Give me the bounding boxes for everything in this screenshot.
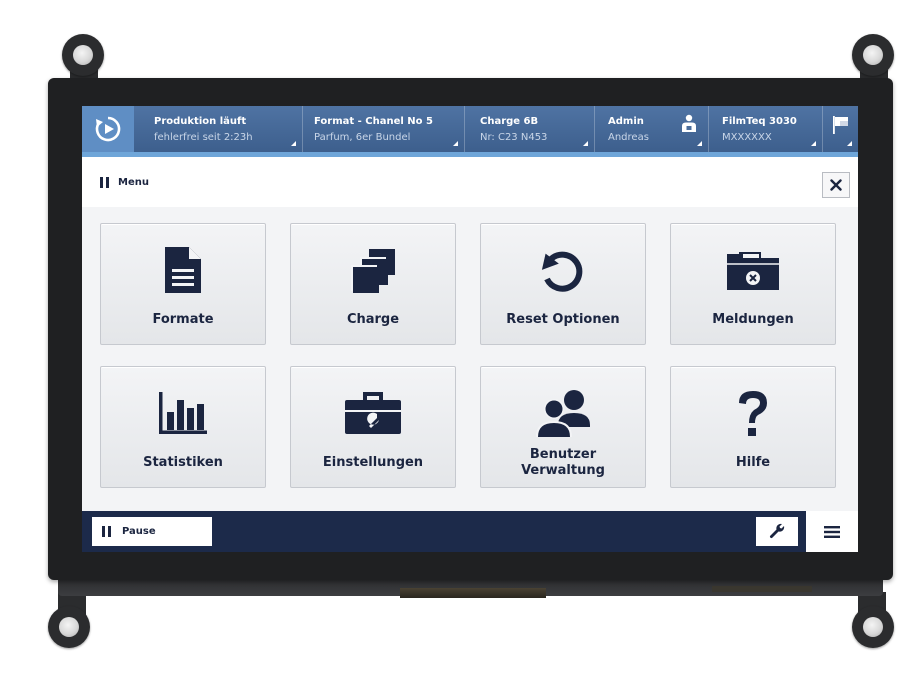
menu-title-bar: Menu <box>82 157 858 207</box>
tile-reset-optionen[interactable]: Reset Optionen <box>480 223 646 345</box>
photo-stage: Produktion läuft fehlerfrei seit 2:23h F… <box>0 0 923 693</box>
tile-label: Einstellungen <box>322 455 424 470</box>
toolbox-icon <box>345 392 401 434</box>
dropdown-caret-icon <box>697 141 702 146</box>
mount-hole-bottom-right <box>852 606 894 648</box>
menu-bars-icon <box>100 177 110 188</box>
charge-subtitle: Nr: C23 N453 <box>480 132 548 143</box>
tile-formate[interactable]: Formate <box>100 223 266 345</box>
close-icon <box>830 179 842 191</box>
dropdown-caret-icon <box>583 141 588 146</box>
tile-statistiken[interactable]: Statistiken <box>100 366 266 488</box>
pause-label: Pause <box>122 526 156 537</box>
main-menu-button[interactable] <box>806 511 858 552</box>
stack-icon <box>351 249 395 293</box>
tile-label-line2: Verwaltung <box>521 463 605 478</box>
tile-label: Hilfe <box>735 455 771 470</box>
dropdown-caret-icon <box>453 141 458 146</box>
mount-hole-top-right <box>852 34 894 76</box>
user-role: Admin <box>608 116 644 127</box>
dropdown-caret-icon <box>291 141 296 146</box>
question-icon <box>739 391 767 436</box>
wrench-icon <box>769 523 785 538</box>
user-name: Andreas <box>608 132 649 143</box>
tile-einstellungen[interactable]: Einstellungen <box>290 366 456 488</box>
monitor-connector-secondary <box>712 586 812 592</box>
document-icon <box>165 247 201 293</box>
tile-label: Charge <box>346 312 400 327</box>
folder-alert-icon <box>727 252 779 290</box>
menu-heading: Menu <box>100 177 149 188</box>
users-icon <box>536 390 590 437</box>
tile-meldungen[interactable]: Meldungen <box>670 223 836 345</box>
pause-button[interactable]: Pause <box>92 517 212 546</box>
format-subtitle: Parfum, 6er Bundel <box>314 132 411 143</box>
status-header: Produktion läuft fehlerfrei seit 2:23h F… <box>82 106 858 152</box>
format-title: Format - Chanel No 5 <box>314 116 433 127</box>
pause-icon <box>102 526 112 537</box>
machine-dropdown[interactable]: FilmTeq 3030 MXXXXXX <box>712 106 823 152</box>
tile-label: Benutzer Verwaltung <box>481 447 645 479</box>
tile-hilfe[interactable]: Hilfe <box>670 366 836 488</box>
language-dropdown[interactable] <box>824 106 858 152</box>
monitor-connector <box>400 588 546 598</box>
tile-label: Reset Optionen <box>506 312 620 327</box>
charge-dropdown[interactable]: Charge 6B Nr: C23 N453 <box>470 106 595 152</box>
machine-id: MXXXXXX <box>722 132 772 143</box>
format-dropdown[interactable]: Format - Chanel No 5 Parfum, 6er Bundel <box>304 106 465 152</box>
reset-icon <box>541 251 583 292</box>
tile-label: Meldungen <box>712 312 794 327</box>
machine-title: FilmTeq 3030 <box>722 116 797 127</box>
hamburger-icon <box>824 525 840 538</box>
dropdown-caret-icon <box>847 141 852 146</box>
mount-hole-bottom-left <box>48 606 90 648</box>
user-dropdown[interactable]: Admin Andreas <box>598 106 709 152</box>
dropdown-caret-icon <box>811 141 816 146</box>
tile-benutzer-verwaltung[interactable]: Benutzer Verwaltung <box>480 366 646 488</box>
tile-charge[interactable]: Charge <box>290 223 456 345</box>
bar-chart-icon <box>159 392 207 434</box>
service-button[interactable] <box>756 517 798 546</box>
footer-bar: Pause <box>82 511 858 552</box>
production-toggle-button[interactable] <box>82 106 134 152</box>
mount-hole-top-left <box>62 34 104 76</box>
menu-title: Menu <box>118 177 149 188</box>
tile-label: Statistiken <box>143 455 223 470</box>
production-status-subtitle: fehlerfrei seit 2:23h <box>154 132 253 143</box>
close-menu-button[interactable] <box>822 172 850 198</box>
play-cycle-icon <box>95 116 121 142</box>
flag-icon <box>833 116 848 134</box>
tile-label-line1: Benutzer <box>529 447 597 462</box>
charge-title: Charge 6B <box>480 116 539 127</box>
tile-label: Formate <box>152 312 214 327</box>
production-status-dropdown[interactable]: Produktion läuft fehlerfrei seit 2:23h <box>144 106 303 152</box>
hmi-screen: Produktion läuft fehlerfrei seit 2:23h F… <box>82 106 858 552</box>
production-status-title: Produktion läuft <box>154 116 247 127</box>
user-lock-icon <box>682 114 696 132</box>
